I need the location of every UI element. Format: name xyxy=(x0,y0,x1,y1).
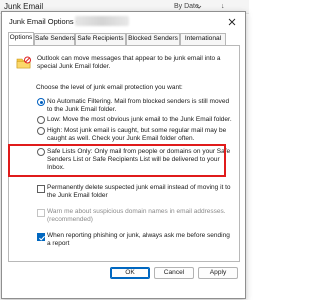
dialog-titlebar: Junk Email Options - xyxy=(2,12,245,32)
radio-low[interactable] xyxy=(37,116,45,124)
level-safe-lists-line-1: Safe Lists Only: Only mail from people o… xyxy=(47,148,231,155)
apply-button[interactable]: Apply xyxy=(198,267,238,279)
tab-options[interactable]: Options xyxy=(8,32,34,45)
options-panel: Outlook can move messages that appear to… xyxy=(8,45,240,262)
radio-no-automatic-filtering[interactable] xyxy=(37,98,45,106)
tab-international[interactable]: International xyxy=(180,33,226,45)
tab-safe-recipients[interactable]: Safe Recipients xyxy=(75,33,126,45)
warn-domains-line-1: Warn me about suspicious domain names in… xyxy=(47,208,226,215)
redacted-account-name xyxy=(75,16,129,26)
dialog-title: Junk Email Options - xyxy=(9,17,79,26)
close-button[interactable] xyxy=(224,15,240,29)
checkbox-ask-before-reporting[interactable] xyxy=(37,233,46,241)
choose-level-label: Choose the level of junk email protectio… xyxy=(36,84,183,91)
tab-strip: Options Safe Senders Safe Recipients Blo… xyxy=(8,32,240,45)
checkmark-icon xyxy=(39,235,46,241)
radio-safe-lists-only[interactable] xyxy=(37,148,45,156)
folder-title: Junk Email xyxy=(4,2,44,11)
level-high-line-2: caught as well. Check your Junk Email fo… xyxy=(47,135,195,142)
close-icon xyxy=(228,18,236,26)
tab-blocked-senders[interactable]: Blocked Senders xyxy=(126,33,180,45)
radio-high[interactable] xyxy=(37,127,45,135)
sort-direction-button[interactable]: ↓ xyxy=(221,3,225,10)
permanently-delete-line-2: the Junk Email folder xyxy=(47,192,108,199)
intro-line-1: Outlook can move messages that appear to… xyxy=(37,55,221,62)
level-no-filtering-line-2: to the Junk Email folder. xyxy=(47,106,117,113)
checkbox-warn-suspicious-domains[interactable] xyxy=(37,209,45,217)
level-no-filtering-line-1: No Automatic Filtering. Mail from blocke… xyxy=(47,98,230,105)
ask-before-reporting-line-2: a report xyxy=(47,240,70,247)
cancel-button[interactable]: Cancel xyxy=(154,267,194,279)
ok-button[interactable]: OK xyxy=(110,267,150,279)
level-low-line-1: Low: Move the most obvious junk email to… xyxy=(47,116,232,123)
permanently-delete-line-1: Permanently delete suspected junk email … xyxy=(47,184,231,191)
intro-line-2: special Junk Email folder. xyxy=(37,63,111,70)
ask-before-reporting-line-1: When reporting phishing or junk, always … xyxy=(47,232,230,239)
tab-safe-senders[interactable]: Safe Senders xyxy=(34,33,75,45)
level-high-line-1: High: Most junk email is caught, but som… xyxy=(47,127,227,134)
chevron-down-icon[interactable] xyxy=(196,4,202,10)
junk-folder-icon xyxy=(16,55,32,71)
junk-email-options-dialog: Junk Email Options - Options Safe Sender… xyxy=(1,11,246,299)
checkbox-permanently-delete[interactable] xyxy=(37,185,45,193)
level-safe-lists-line-3: Inbox. xyxy=(47,164,65,171)
warn-domains-line-2: (recommended) xyxy=(47,216,93,223)
level-safe-lists-line-2: Senders List or Safe Recipients List wil… xyxy=(47,156,220,163)
